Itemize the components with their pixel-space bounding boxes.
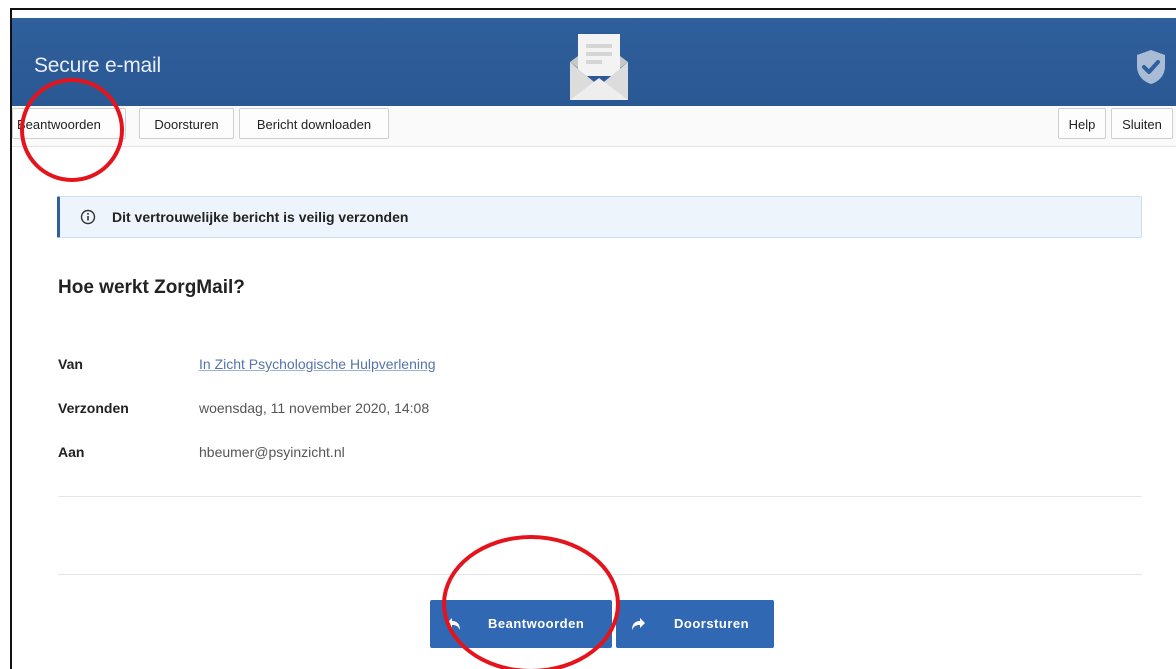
shield-check-icon <box>1137 50 1165 84</box>
divider <box>58 574 1142 575</box>
info-icon <box>80 209 96 225</box>
toolbar: Beantwoorden Doorsturen Bericht download… <box>12 106 1176 147</box>
forward-button[interactable]: Doorsturen <box>616 600 774 648</box>
sent-date: woensdag, 11 november 2020, 14:08 <box>199 400 430 416</box>
sent-label: Verzonden <box>58 400 129 416</box>
download-message-button[interactable]: Bericht downloaden <box>239 108 389 139</box>
sender-name[interactable]: In Zicht Psychologische Hulpverlening <box>199 356 436 372</box>
app-title: Secure e-mail <box>34 54 161 77</box>
envelope-icon <box>570 34 628 100</box>
forward-icon <box>632 618 645 630</box>
reply-button[interactable]: Beantwoorden <box>430 600 612 648</box>
app-window: Secure e-mail Beantwoorden Doorsturen Be… <box>10 8 1176 669</box>
info-alert: Dit vertrouwelijke bericht is veilig ver… <box>57 196 1142 238</box>
forward-button-label: Doorsturen <box>674 616 750 631</box>
recipient-address: hbeumer@psyinzicht.nl <box>199 444 345 460</box>
alert-text: Dit vertrouwelijke bericht is veilig ver… <box>112 209 409 225</box>
reply-button-toolbar[interactable]: Beantwoorden <box>12 108 126 139</box>
message-subject: Hoe werkt ZorgMail? <box>58 277 245 298</box>
divider <box>58 496 1142 497</box>
header-bar: Secure e-mail <box>12 18 1176 106</box>
from-label: Van <box>58 356 83 372</box>
to-label: Aan <box>58 444 85 460</box>
sender-link[interactable]: In Zicht Psychologische Hulpverlening <box>199 356 436 372</box>
close-button[interactable]: Sluiten <box>1111 108 1173 139</box>
forward-button-toolbar[interactable]: Doorsturen <box>139 108 234 139</box>
reply-icon <box>447 618 460 630</box>
help-button[interactable]: Help <box>1058 108 1106 139</box>
reply-button-label: Beantwoorden <box>488 616 585 631</box>
